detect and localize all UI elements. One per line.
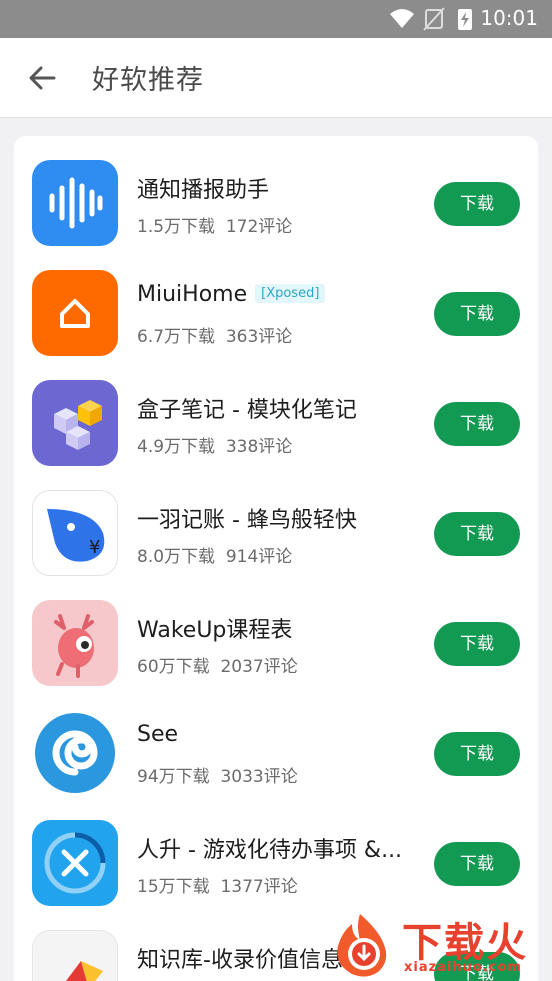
app-stats: 6.7万下载 363评论 xyxy=(137,327,293,347)
clock: 10:01 xyxy=(480,6,538,30)
download-button[interactable]: 下载 xyxy=(434,292,520,336)
app-stats: 94万下载 3033评论 xyxy=(137,767,298,787)
app-name: See xyxy=(137,722,179,747)
app-name: WakeUp课程表 xyxy=(137,618,293,643)
download-button[interactable]: 下载 xyxy=(434,842,520,886)
knowledge-base-icon xyxy=(32,930,118,981)
watermark: 下载火 xiazaihuo.com xyxy=(322,906,550,981)
list-item[interactable]: 盒子笔记 - 模块化笔记 4.9万下载 338评论 下载 xyxy=(14,356,538,466)
download-button[interactable]: 下载 xyxy=(434,512,520,556)
back-arrow-icon[interactable] xyxy=(24,60,60,96)
download-button[interactable]: 下载 xyxy=(434,402,520,446)
status-icons xyxy=(390,7,472,31)
hummingbird-icon: ¥ xyxy=(32,490,118,576)
app-stats: 8.0万下载 914评论 xyxy=(137,547,293,567)
xposed-tag: [Xposed] xyxy=(255,284,326,303)
wifi-icon xyxy=(390,9,414,28)
app-stats: 60万下载 2037评论 xyxy=(137,657,298,677)
download-button[interactable]: 下载 xyxy=(434,732,520,776)
app-stats: 1.5万下载 172评论 xyxy=(137,217,293,237)
status-bar: 10:01 xyxy=(0,0,552,38)
app-stats: 15万下载 1377评论 xyxy=(137,877,298,897)
watermark-url: xiazaihuo.com xyxy=(404,960,522,975)
audio-wave-icon xyxy=(32,160,118,246)
deer-mascot-icon xyxy=(32,600,118,686)
list-item[interactable]: WakeUp课程表 60万下载 2037评论 下载 xyxy=(14,576,538,686)
app-name: 一羽记账 - 蜂鸟般轻快 xyxy=(137,508,357,533)
app-stats: 4.9万下载 338评论 xyxy=(137,437,293,457)
svg-text:¥: ¥ xyxy=(89,537,100,558)
list-item[interactable]: ¥ 一羽记账 - 蜂鸟般轻快 8.0万下载 914评论 下载 xyxy=(14,466,538,576)
crossed-swords-icon xyxy=(32,820,118,906)
snail-shell-icon xyxy=(32,710,118,796)
app-bar: 好软推荐 xyxy=(0,38,552,118)
download-button[interactable]: 下载 xyxy=(434,622,520,666)
app-name: MiuiHome [Xposed] xyxy=(137,282,326,307)
page-title: 好软推荐 xyxy=(92,65,204,96)
app-name: 人升 - 游戏化待办事项 &... xyxy=(137,838,403,863)
app-name: 通知播报助手 xyxy=(137,178,270,203)
app-name: 知识库-收录价值信息 xyxy=(137,948,343,973)
list-item[interactable]: MiuiHome [Xposed] 6.7万下载 363评论 下载 xyxy=(14,246,538,356)
home-icon xyxy=(32,270,118,356)
list-item[interactable]: 人升 - 游戏化待办事项 &... 15万下载 1377评论 下载 xyxy=(14,796,538,906)
list-item[interactable]: 通知播报助手 1.5万下载 172评论 下载 xyxy=(14,136,538,246)
app-name: 盒子笔记 - 模块化笔记 xyxy=(137,398,357,423)
cube-blocks-icon xyxy=(32,380,118,466)
download-button[interactable]: 下载 xyxy=(434,182,520,226)
list-item[interactable]: See 94万下载 3033评论 下载 xyxy=(14,686,538,796)
app-list: 通知播报助手 1.5万下载 172评论 下载 MiuiHome [Xposed] … xyxy=(14,136,538,981)
flame-logo-icon xyxy=(337,914,387,977)
